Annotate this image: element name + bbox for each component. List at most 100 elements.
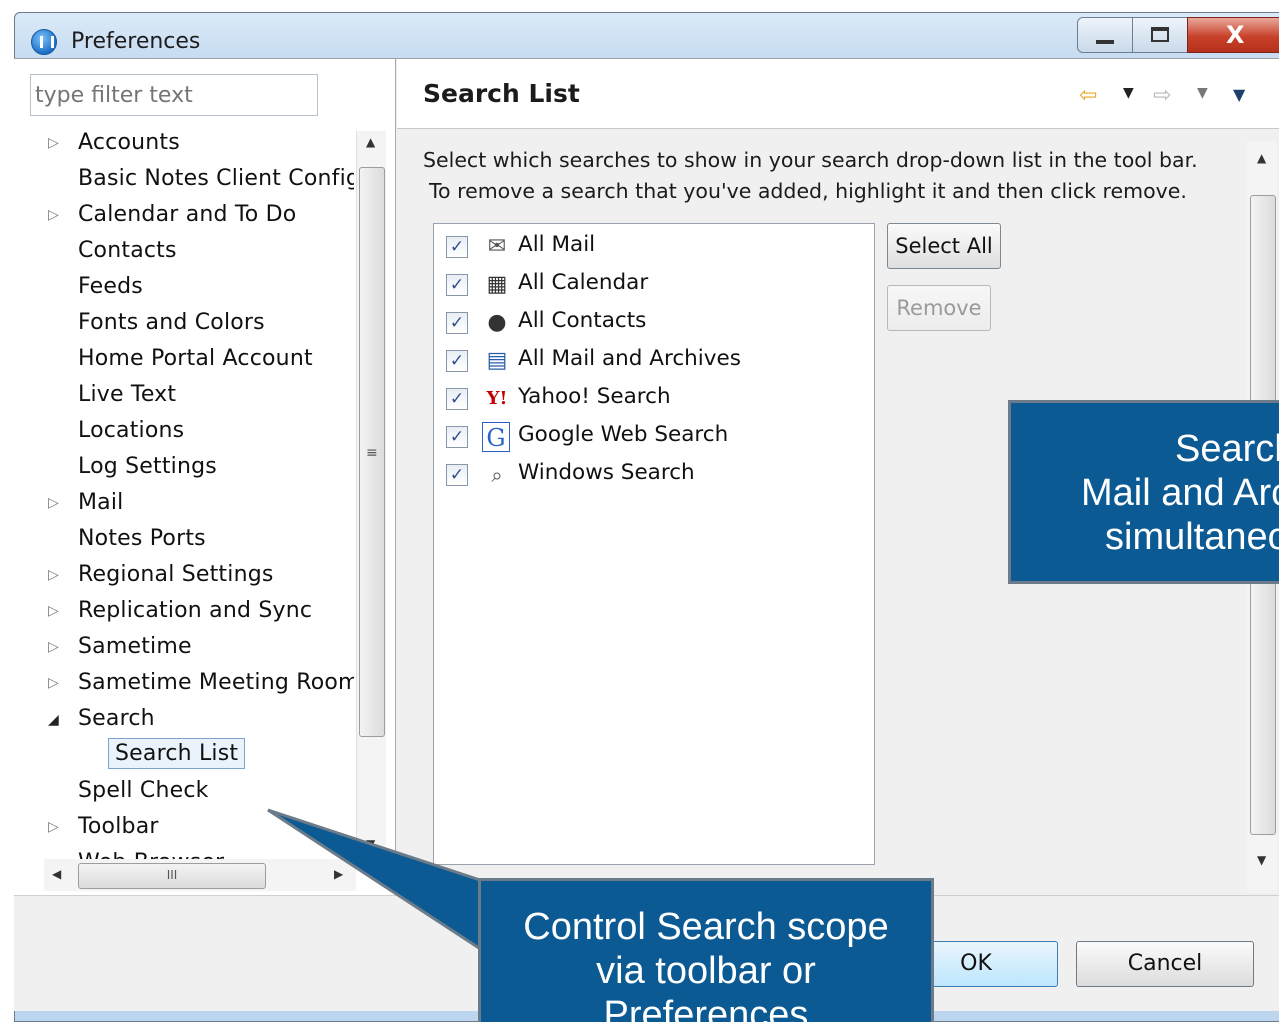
search-checkbox[interactable]: ✓ [446,236,468,258]
maximize-icon [1151,27,1169,42]
description-line-2: To remove a search that you've added, hi… [429,179,1187,203]
expand-arrow-icon[interactable]: ▷ [48,675,59,691]
search-checkbox[interactable]: ✓ [446,464,468,486]
mail-archives-callout: Search Mail and Archives simultaneously [1008,400,1279,584]
back-dropdown-icon[interactable]: ▼ [1123,85,1134,101]
search-list-item[interactable]: ✓ Y! Yahoo! Search [446,382,856,416]
tree-item-label: Home Portal Account [78,346,313,371]
scroll-up-arrow-icon[interactable]: ▲ [366,135,375,149]
search-list-box[interactable]: ✓ ✉ All Mail ✓ ▦ All Calendar ✓ ● All Contacts ✓ ▤… [433,223,875,865]
tree-item[interactable]: ▷ Sametime [14,631,354,667]
magnifier-icon: ⌕ [491,463,503,487]
tree-item[interactable]: ▷ Calendar and To Do [14,199,354,235]
calendar-icon: ▦ [486,272,508,297]
minimize-icon [1096,40,1114,44]
search-checkbox[interactable]: ✓ [446,274,468,296]
search-item-label: All Mail [518,232,596,257]
search-item-label: Google Web Search [518,422,729,447]
search-checkbox[interactable]: ✓ [446,312,468,334]
filter-input[interactable] [30,74,318,116]
tree-item-label: Basic Notes Client Config [78,166,354,191]
google-icon: G [482,422,510,452]
tree-item[interactable]: ▷ Accounts [14,127,354,163]
window-title: Preferences [71,29,201,54]
tree-item[interactable]: Notes Ports [14,523,354,559]
tree-item-label: Mail [78,490,124,515]
tree-item-label: Sametime [78,634,192,659]
search-list-item[interactable]: ✓ ✉ All Mail [446,230,856,264]
search-list-item[interactable]: ✓ G Google Web Search [446,420,856,454]
collapse-arrow-icon[interactable]: ◢ [48,712,59,728]
mail-icon: ✉ [487,234,507,259]
tree-item[interactable]: Search List [14,738,354,775]
search-item-label: All Calendar [518,270,649,295]
scroll-left-arrow-icon[interactable]: ◀ [52,867,61,881]
search-scope-callout: Control Search scope via toolbar or Pref… [478,878,934,1022]
back-arrow-icon[interactable]: ⇦ [1079,83,1097,108]
page-title: Search List [423,79,580,108]
tree-hscroll-thumb[interactable]: III [78,863,266,889]
scroll-up-arrow-icon[interactable]: ▲ [1257,151,1266,165]
search-list-item[interactable]: ✓ ▤ All Mail and Archives [446,344,856,378]
tree-item[interactable]: Feeds [14,271,354,307]
callout-line-2: via toolbar or [596,950,816,992]
app-icon [31,29,57,55]
tree-item[interactable]: Basic Notes Client Config [14,163,354,199]
cancel-button[interactable]: Cancel [1076,941,1254,987]
expand-arrow-icon[interactable]: ▷ [48,207,59,223]
callout-line-1: Control Search scope [523,906,889,948]
maximize-button[interactable] [1132,17,1188,53]
expand-arrow-icon[interactable]: ▷ [48,135,59,151]
tree-item[interactable]: ▷ Mail [14,487,354,523]
expand-arrow-icon[interactable]: ▷ [48,639,59,655]
tree-item-label: Live Text [78,382,177,407]
callout-line-1: Search [1175,428,1279,470]
search-checkbox[interactable]: ✓ [446,350,468,372]
tree-item-label: Accounts [78,130,180,155]
forward-arrow-icon[interactable]: ⇨ [1153,83,1171,108]
search-item-label: All Contacts [518,308,647,333]
tree-item-label: Search [78,706,155,731]
tree-item[interactable]: ▷ Regional Settings [14,559,354,595]
search-list-item[interactable]: ✓ ⌕ Windows Search [446,458,856,492]
search-item-label: Windows Search [518,460,695,485]
tree-item-label: Toolbar [78,814,159,839]
close-button[interactable]: X [1187,17,1279,53]
search-list-item[interactable]: ✓ ● All Contacts [446,306,856,340]
expand-arrow-icon[interactable]: ▷ [48,495,59,511]
tree-item[interactable]: Live Text [14,379,354,415]
yahoo-icon: Y! [486,388,508,409]
remove-button[interactable]: Remove [887,285,991,331]
tree-item[interactable]: Contacts [14,235,354,271]
tree-item-label: Feeds [78,274,143,299]
tree-item[interactable]: Home Portal Account [14,343,354,379]
search-list-item[interactable]: ✓ ▦ All Calendar [446,268,856,302]
expand-arrow-icon[interactable]: ▷ [48,603,59,619]
tree-item[interactable]: ◢ Search [14,703,354,739]
description-line-1: Select which searches to show in your se… [423,148,1198,172]
expand-arrow-icon[interactable]: ▷ [48,819,59,835]
page-description: Select which searches to show in your se… [423,145,1198,207]
view-menu-icon[interactable]: ▼ [1233,85,1245,104]
tree-vertical-scrollbar[interactable]: ▲ ≡ ▼ [356,131,386,859]
search-checkbox[interactable]: ✓ [446,388,468,410]
search-item-label: Yahoo! Search [518,384,671,409]
tree-item-label: Sametime Meeting Room [78,670,354,695]
minimize-button[interactable] [1077,17,1133,53]
select-all-button[interactable]: Select All [887,223,1001,269]
tree-item-label: Calendar and To Do [78,202,297,227]
tree-item-label: Contacts [78,238,177,263]
tree-item-label: Notes Ports [78,526,206,551]
tree-item[interactable]: Fonts and Colors [14,307,354,343]
callout-line-3: Preferences [603,994,809,1022]
expand-arrow-icon[interactable]: ▷ [48,567,59,583]
tree-item[interactable]: ▷ Replication and Sync [14,595,354,631]
tree-item[interactable]: ▷ Sametime Meeting Room [14,667,354,703]
scroll-down-arrow-icon[interactable]: ▼ [1257,853,1266,867]
tree-item[interactable]: Log Settings [14,451,354,487]
tree-item[interactable]: Locations [14,415,354,451]
callout-line-2: Mail and Archives [1081,472,1279,514]
search-checkbox[interactable]: ✓ [446,426,468,448]
forward-dropdown-icon[interactable]: ▼ [1197,85,1208,101]
tree-item-label: Locations [78,418,185,443]
